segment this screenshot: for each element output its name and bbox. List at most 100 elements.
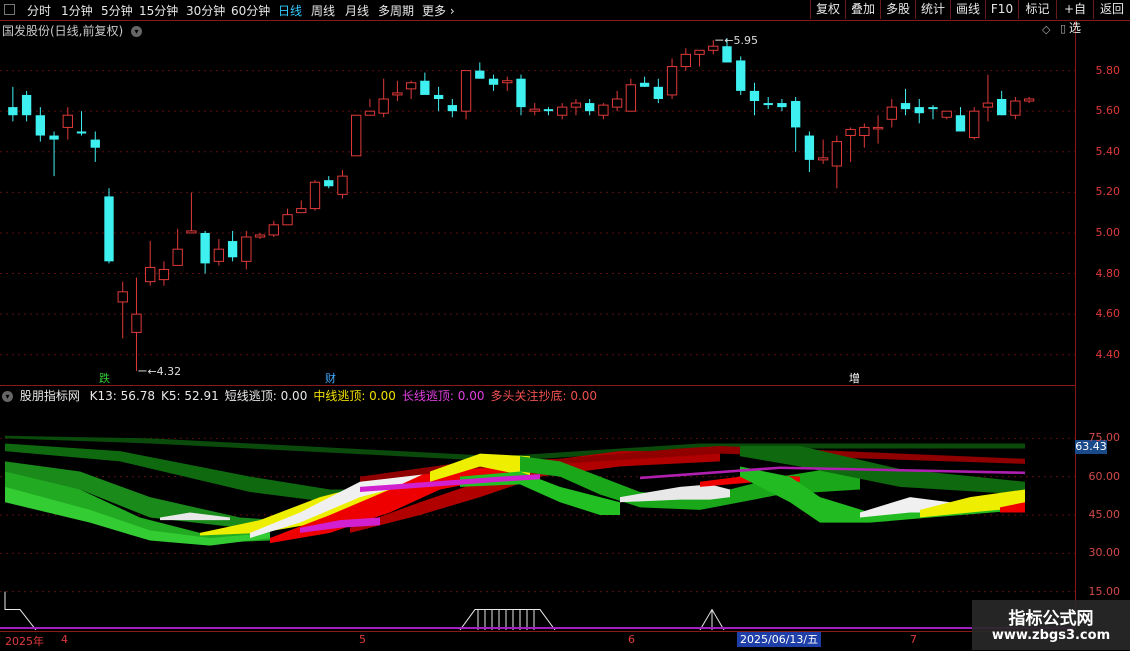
price-tick: 5.00 (1095, 225, 1121, 239)
candle-body (804, 135, 815, 160)
candle-body (817, 157, 829, 161)
indicator-chart[interactable] (0, 400, 1075, 630)
tab-9[interactable]: 多周期 (378, 2, 414, 19)
candle-body (694, 49, 705, 55)
date-tick: 2025年 (5, 635, 44, 648)
tab-7[interactable]: 周线 (311, 2, 335, 19)
crosshair-date: 2025/06/13/五 (737, 632, 822, 647)
tab-5[interactable]: 60分钟 (231, 2, 270, 19)
price-tick: 5.80 (1095, 63, 1121, 77)
toolbar-button-3[interactable]: 统计 (915, 0, 950, 19)
toolbar-button-6[interactable]: 标记 (1018, 0, 1056, 19)
watermark-title: 指标公式网 (1008, 609, 1094, 629)
candle-body (405, 82, 417, 90)
toolbar-button-8[interactable]: 返回 (1093, 0, 1130, 19)
toolbar-button-4[interactable]: 画线 (950, 0, 985, 19)
candle-body (941, 110, 952, 118)
indicator-tick: 45.00 (1088, 508, 1121, 521)
tab-0[interactable]: 分时 (27, 2, 51, 19)
candle-body (639, 82, 650, 87)
candle-body (351, 114, 362, 157)
signal-line (459, 609, 556, 630)
candle-body (392, 92, 403, 96)
candle-body (625, 84, 637, 112)
toolbar-button-5[interactable]: F10 (985, 0, 1018, 19)
event-tag[interactable]: 财 (324, 370, 337, 386)
chevron-right-icon[interactable]: › (446, 4, 455, 18)
candle-body (76, 131, 87, 134)
candle-body (35, 115, 46, 136)
sidebar-toggle-icon[interactable] (4, 4, 15, 15)
candle-body (172, 248, 183, 266)
toolbar-button-0[interactable]: 复权 (810, 0, 845, 19)
candle-body (282, 214, 293, 226)
tab-8[interactable]: 月线 (345, 2, 369, 19)
candle-body (543, 109, 554, 112)
candle-body (1023, 98, 1035, 102)
candle-body (200, 232, 210, 264)
price-tick: 5.20 (1095, 185, 1121, 199)
event-tag[interactable]: 跌 (98, 370, 111, 386)
indicator-tick: 75.00 (1088, 431, 1121, 445)
tab-2[interactable]: 5分钟 (101, 2, 133, 19)
candle-body (337, 175, 348, 195)
candle-body (364, 110, 376, 116)
date-tick: 5 (359, 633, 366, 646)
tab-10[interactable]: 更多 › (422, 2, 455, 19)
indicator-tick: 30.00 (1088, 546, 1121, 560)
low-annotation: ←4.32 (147, 365, 181, 378)
indicator-tick: 60.00 (1088, 469, 1121, 483)
candle-body (268, 224, 279, 236)
high-annotation: ←5.95 (724, 34, 758, 47)
date-tick: 4 (61, 633, 68, 646)
panel-divider (0, 385, 1075, 386)
candle-body (708, 45, 719, 51)
price-tick: 4.40 (1095, 347, 1121, 361)
candle-body (570, 102, 582, 108)
candle-body (227, 241, 238, 258)
candle-body (516, 78, 526, 108)
candle-body (488, 78, 499, 85)
candle-body (49, 135, 59, 140)
candle-body (982, 102, 994, 108)
candle-body (749, 90, 760, 102)
toolbar-button-7[interactable]: +自选 (1056, 0, 1093, 35)
tab-3[interactable]: 15分钟 (139, 2, 178, 19)
candle-body (955, 115, 966, 132)
candle-body (104, 196, 114, 262)
candle-body (928, 107, 938, 110)
candle-body (8, 107, 18, 116)
candle-body (213, 248, 225, 262)
candle-body (666, 66, 678, 96)
candle-body (254, 234, 266, 238)
candle-body (969, 110, 980, 139)
price-tick: 4.80 (1095, 266, 1121, 280)
right-axis-line (1075, 20, 1076, 630)
candle-body (584, 103, 595, 112)
date-tick: 6 (628, 633, 635, 646)
candle-body (296, 208, 307, 214)
price-chart[interactable]: ←5.95 ←4.32 (0, 20, 1075, 385)
watermark: 指标公式网 www.zbgs3.com (972, 600, 1130, 650)
price-tick: 5.40 (1095, 144, 1121, 158)
candle-body (378, 98, 389, 114)
candle-body (309, 181, 321, 210)
candle-body (680, 53, 691, 68)
toolbar-button-2[interactable]: 多股 (880, 0, 915, 19)
candle-body (145, 266, 156, 283)
tab-6[interactable]: 日线 (278, 2, 302, 19)
watermark-url: www.zbgs3.com (991, 628, 1111, 643)
candle-body (653, 86, 664, 99)
toolbar-button-1[interactable]: 叠加 (845, 0, 880, 19)
candle-body (845, 128, 856, 137)
candle-body (859, 126, 870, 137)
candle-body (557, 106, 568, 116)
date-tick: 7 (910, 633, 917, 646)
price-tick: 4.60 (1095, 307, 1121, 321)
candle-body (1010, 100, 1021, 116)
candle-body (241, 236, 252, 262)
tab-4[interactable]: 30分钟 (186, 2, 225, 19)
tab-1[interactable]: 1分钟 (61, 2, 93, 19)
price-tick: 5.60 (1095, 104, 1121, 118)
event-tag[interactable]: 增 (848, 370, 861, 386)
